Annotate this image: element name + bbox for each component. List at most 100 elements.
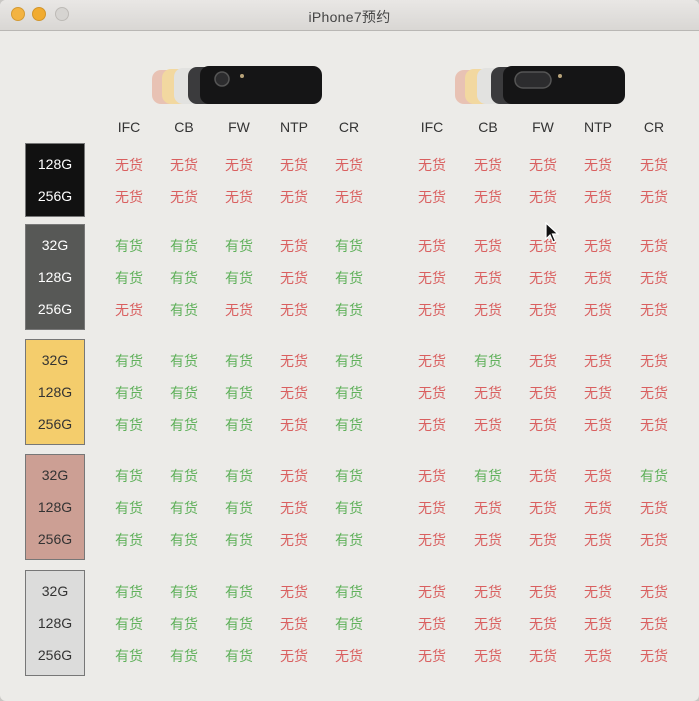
stock-status-cell: 有货: [170, 302, 198, 318]
stock-status-cell: 无货: [584, 616, 612, 632]
stock-status-cell: 无货: [225, 302, 253, 318]
color-swatch-rose-gold: 32G 128G 256G: [25, 454, 85, 560]
color-swatch-black: 32G 128G 256G: [25, 224, 85, 330]
stock-status-cell: 有货: [170, 270, 198, 286]
window-title: iPhone7预约: [308, 9, 391, 25]
stock-status-cell: 有货: [170, 584, 198, 600]
column-header-left: IFC: [117, 119, 141, 135]
stock-status-cell: 无货: [474, 584, 502, 600]
stock-status-cell: 无货: [335, 189, 363, 205]
stock-status-cell: 有货: [225, 616, 253, 632]
stock-status-cell: 无货: [474, 500, 502, 516]
stock-status-cell: 无货: [584, 353, 612, 369]
stock-status-cell: 有货: [335, 302, 363, 318]
stock-status-cell: 无货: [529, 385, 557, 401]
stock-status-cell: 无货: [529, 468, 557, 484]
stock-status-cell: 有货: [225, 353, 253, 369]
column-header-left: CB: [174, 119, 194, 135]
column-header-right: CR: [643, 119, 665, 135]
stock-status-cell: 无货: [280, 238, 308, 254]
stock-status-cell: 无货: [584, 532, 612, 548]
stock-status-cell: 无货: [640, 353, 668, 369]
stock-status-cell: 无货: [170, 189, 198, 205]
stock-status-cell: 有货: [225, 417, 253, 433]
stock-status-cell: 有货: [225, 532, 253, 548]
stock-status-cell: 无货: [640, 302, 668, 318]
stock-status-cell: 无货: [280, 468, 308, 484]
column-header-right: CB: [478, 119, 498, 135]
stock-status-cell: 无货: [418, 353, 446, 369]
stock-status-cell: 无货: [584, 302, 612, 318]
stock-status-cell: 无货: [474, 157, 502, 173]
stock-status-cell: 有货: [225, 468, 253, 484]
stock-status-cell: 无货: [640, 417, 668, 433]
stock-status-cell: 无货: [584, 189, 612, 205]
mouse-cursor-icon: [545, 221, 560, 249]
stock-status-cell: 无货: [280, 584, 308, 600]
stock-status-cell: 无货: [418, 417, 446, 433]
capacity-label: 128G: [37, 615, 73, 631]
column-header-right: NTP: [584, 119, 612, 135]
stock-status-cell: 无货: [474, 302, 502, 318]
stock-status-cell: 有货: [170, 500, 198, 516]
stock-status-cell: 有货: [170, 648, 198, 664]
capacity-label: 256G: [37, 647, 73, 663]
stock-status-cell: 无货: [418, 584, 446, 600]
stock-status-cell: 有货: [225, 238, 253, 254]
stock-status-cell: 有货: [115, 353, 143, 369]
stock-status-cell: 有货: [170, 532, 198, 548]
capacity-label: 128G: [37, 384, 73, 400]
capacity-label: 32G: [41, 583, 69, 599]
stock-status-cell: 无货: [474, 189, 502, 205]
stock-status-cell: 有货: [170, 468, 198, 484]
stock-status-cell: 无货: [474, 238, 502, 254]
stock-status-cell: 无货: [280, 270, 308, 286]
stock-status-cell: 无货: [280, 385, 308, 401]
stock-status-cell: 无货: [280, 648, 308, 664]
title-bar: iPhone7预约: [0, 0, 699, 31]
stock-status-cell: 无货: [418, 270, 446, 286]
stock-status-cell: 有货: [335, 616, 363, 632]
stock-status-cell: 无货: [418, 468, 446, 484]
stock-status-cell: 有货: [115, 584, 143, 600]
stock-status-cell: 无货: [280, 500, 308, 516]
capacity-label: 128G: [37, 269, 73, 285]
capacity-label: 32G: [41, 237, 69, 253]
stock-status-cell: 无货: [418, 238, 446, 254]
stock-status-cell: 无货: [529, 500, 557, 516]
stock-status-cell: 无货: [640, 648, 668, 664]
stock-status-cell: 无货: [115, 189, 143, 205]
stock-status-cell: 有货: [115, 500, 143, 516]
stock-status-cell: 有货: [335, 417, 363, 433]
stock-status-cell: 有货: [115, 385, 143, 401]
capacity-label: 32G: [41, 352, 69, 368]
capacity-label: 256G: [37, 301, 73, 317]
stock-status-cell: 有货: [335, 584, 363, 600]
stock-status-cell: 有货: [170, 616, 198, 632]
stock-status-cell: 无货: [280, 302, 308, 318]
capacity-label: 256G: [37, 188, 73, 204]
stock-status-cell: 无货: [474, 270, 502, 286]
stock-status-cell: 无货: [640, 385, 668, 401]
stock-status-cell: 有货: [474, 468, 502, 484]
stock-status-cell: 无货: [474, 532, 502, 548]
stock-status-cell: 无货: [584, 500, 612, 516]
stock-status-cell: 有货: [335, 500, 363, 516]
stock-status-cell: 无货: [474, 385, 502, 401]
stock-status-cell: 无货: [418, 157, 446, 173]
iphone7-image-left: [152, 66, 322, 104]
stock-status-cell: 无货: [280, 157, 308, 173]
capacity-label: 256G: [37, 416, 73, 432]
stock-status-cell: 无货: [418, 189, 446, 205]
color-swatch-silver: 32G 128G 256G: [25, 570, 85, 676]
stock-status-cell: 无货: [418, 302, 446, 318]
stock-status-cell: 有货: [115, 417, 143, 433]
stock-status-cell: 有货: [170, 417, 198, 433]
stock-status-cell: 有货: [115, 648, 143, 664]
stock-status-cell: 有货: [225, 500, 253, 516]
stock-status-cell: 有货: [225, 584, 253, 600]
stock-status-cell: 无货: [418, 532, 446, 548]
stock-status-cell: 有货: [115, 532, 143, 548]
stock-status-cell: 有货: [170, 238, 198, 254]
color-swatch-gold: 32G 128G 256G: [25, 339, 85, 445]
